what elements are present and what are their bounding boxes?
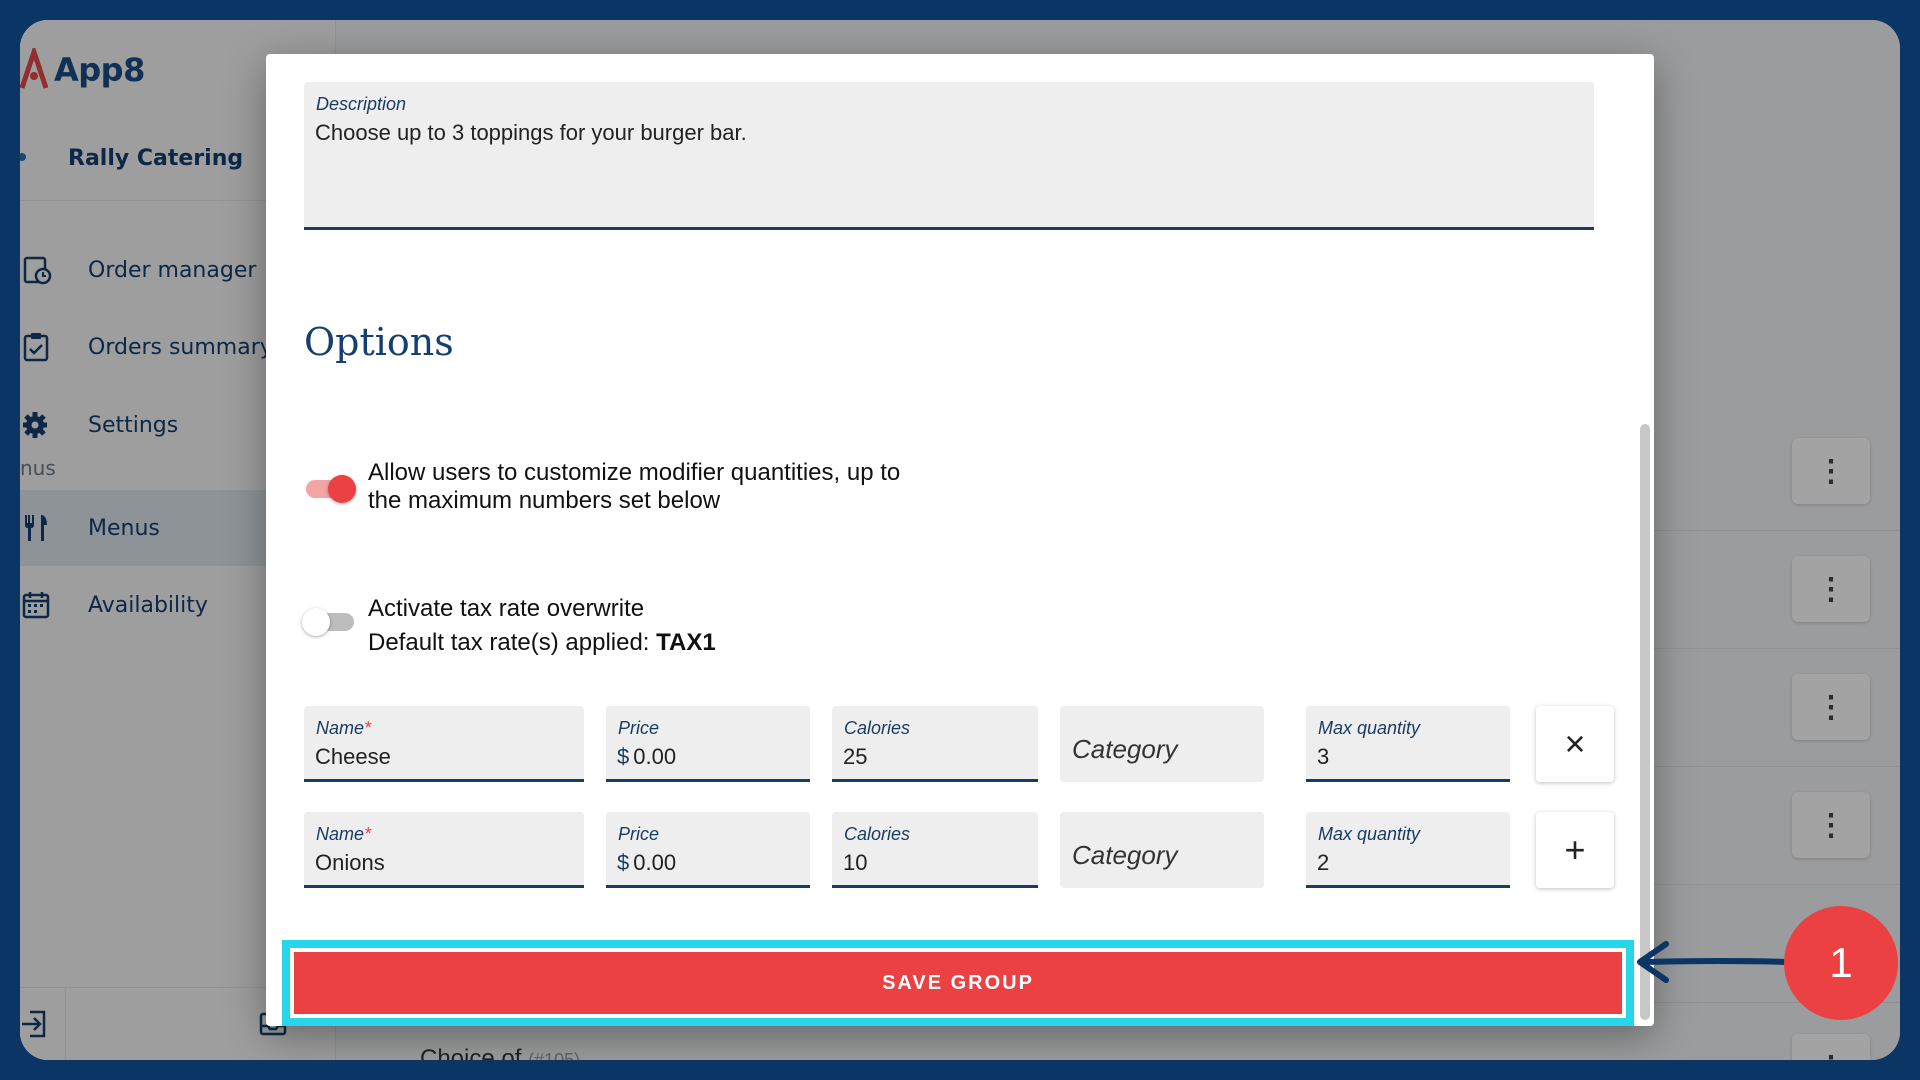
save-group-button[interactable]: SAVE GROUP — [294, 952, 1622, 1014]
tax-overwrite-label: Activate tax rate overwrite Default tax … — [368, 595, 716, 656]
modifier-price-field[interactable]: Price $0.00 — [606, 706, 810, 782]
app-frame: App8 Rally Catering Order manager Orders… — [20, 20, 1900, 1060]
modifier-calories-field[interactable]: Calories 10 — [832, 812, 1038, 888]
options-heading: Options — [304, 320, 454, 364]
modifier-name-field[interactable]: Name* Cheese — [304, 706, 584, 782]
tax-rate-value: TAX1 — [656, 629, 716, 656]
modifier-category-select[interactable]: Category — [1060, 706, 1264, 782]
modifier-price-field[interactable]: Price $0.00 — [606, 812, 810, 888]
field-label: Description — [316, 94, 407, 114]
customize-quantities-toggle[interactable] — [302, 474, 356, 503]
description-field[interactable]: Description Choose up to 3 toppings for … — [304, 82, 1594, 230]
add-modifier-button[interactable]: + — [1536, 812, 1614, 888]
remove-modifier-button[interactable]: × — [1536, 706, 1614, 782]
modifier-name-field[interactable]: Name* Onions — [304, 812, 584, 888]
plus-icon: + — [1564, 829, 1586, 870]
modifier-max-quantity-field[interactable]: Max quantity 3 — [1306, 706, 1510, 782]
modal-scrollbar[interactable] — [1634, 54, 1654, 1026]
edit-modifier-group-dialog: Description Choose up to 3 toppings for … — [266, 54, 1654, 1026]
modifier-category-select[interactable]: Category — [1060, 812, 1264, 888]
save-highlight: SAVE GROUP — [282, 940, 1634, 1026]
customize-quantities-label: Allow users to customize modifier quanti… — [368, 459, 901, 514]
modifier-calories-field[interactable]: Calories 25 — [832, 706, 1038, 782]
close-icon: × — [1564, 723, 1586, 764]
scrollbar-thumb[interactable] — [1640, 424, 1650, 1020]
annotation-arrow-icon — [1637, 941, 1791, 983]
tax-overwrite-toggle[interactable] — [302, 607, 354, 636]
description-value: Choose up to 3 toppings for your burger … — [315, 120, 747, 145]
modifier-max-quantity-field[interactable]: Max quantity 2 — [1306, 812, 1510, 888]
step-badge: 1 — [1784, 906, 1898, 1020]
